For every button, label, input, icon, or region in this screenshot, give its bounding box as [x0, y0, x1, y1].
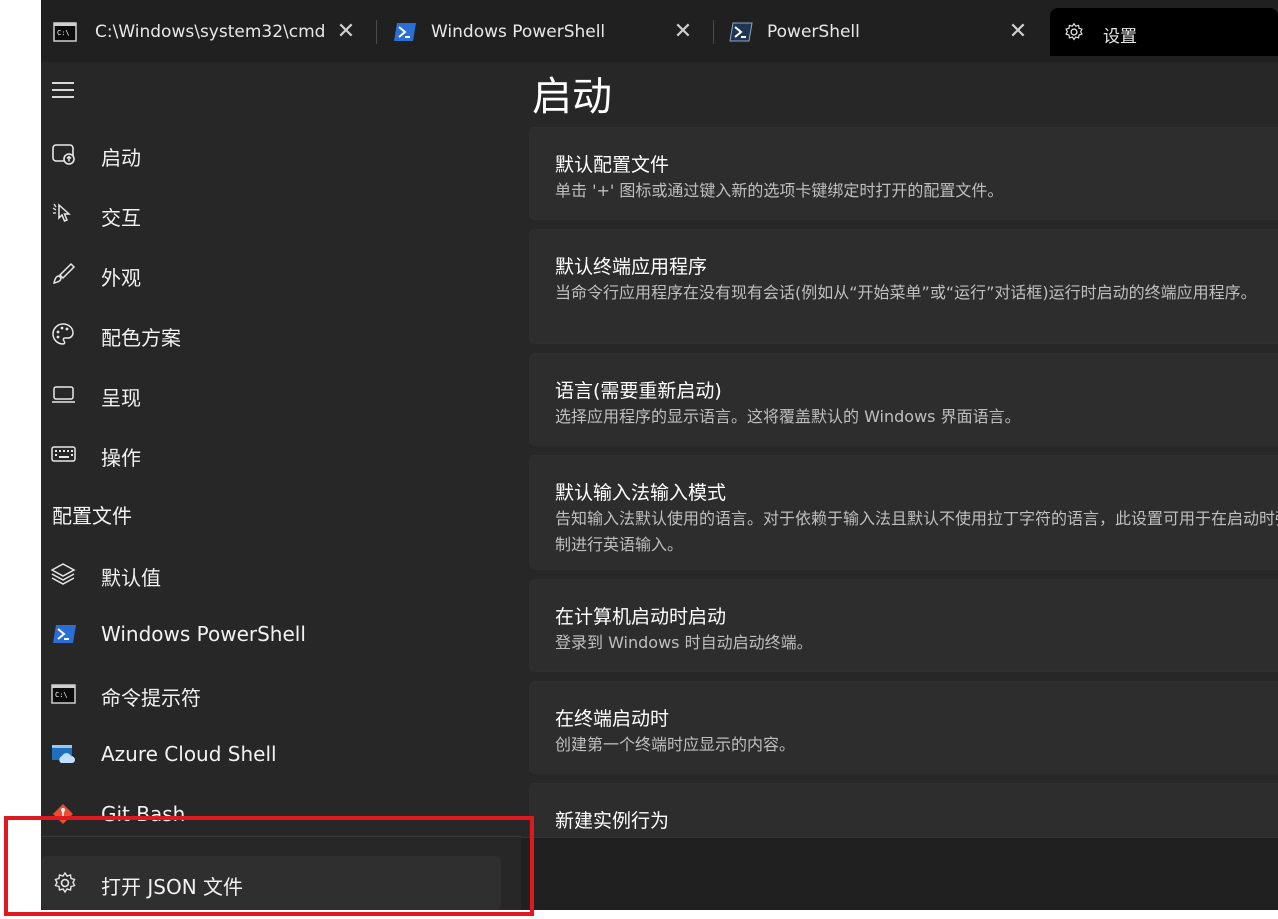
layers-icon: [51, 563, 76, 585]
cursor-icon: [52, 203, 71, 222]
sidebar-item-command-prompt[interactable]: C:\ 命令提示符: [41, 670, 511, 718]
hamburger-menu-icon[interactable]: [52, 82, 76, 102]
sidebar-item-label: 外观: [101, 266, 141, 290]
setting-description: 告知输入法默认使用的语言。对于依赖于输入法且默认不使用拉丁字符的语言，此设置可用…: [555, 509, 1278, 554]
gear-icon: [1065, 22, 1083, 41]
close-icon[interactable]: ✕: [1006, 20, 1030, 44]
setting-title: 新建实例行为: [555, 810, 670, 832]
tab-cmd-label: C:\Windows\system32\cmd: [95, 22, 326, 42]
setting-description: 创建第一个终端时应显示的内容。: [555, 735, 796, 754]
setting-card-ime-mode[interactable]: 默认输入法输入模式 告知输入法默认使用的语言。对于依赖于输入法且默认不使用拉丁字…: [529, 455, 1278, 570]
svg-text:C:\: C:\: [57, 29, 70, 37]
tab-powershell-label: PowerShell: [767, 22, 860, 42]
sidebar-item-label: 配色方案: [101, 326, 181, 350]
tab-windows-powershell-label: Windows PowerShell: [431, 22, 606, 42]
terminal-window: C:\ C:\Windows\system32\cmd ✕ Windows Po…: [41, 0, 1278, 910]
tab-bar: C:\ C:\Windows\system32\cmd ✕ Windows Po…: [41, 0, 1278, 62]
setting-card-default-profile[interactable]: 默认配置文件 单击 '+' 图标或通过键入新的选项卡键绑定时打开的配置文件。: [529, 127, 1278, 220]
tab-separator: [713, 20, 714, 44]
sidebar-item-label: Azure Cloud Shell: [101, 742, 277, 766]
settings-sidebar: 启动 交互 外观 配色方案 呈现 操作 配置文件 默认值 Windows Pow…: [41, 62, 526, 910]
sidebar-item-color-schemes[interactable]: 配色方案: [41, 310, 511, 358]
settings-footer: [521, 837, 1278, 910]
sidebar-item-actions[interactable]: 操作: [41, 430, 511, 478]
setting-description: 登录到 Windows 时自动启动终端。: [555, 633, 813, 652]
page-title: 启动: [532, 74, 612, 120]
tab-settings-label: 设置: [1103, 27, 1137, 47]
sidebar-item-startup[interactable]: 启动: [41, 130, 511, 178]
setting-card-default-terminal[interactable]: 默认终端应用程序 当命令行应用程序在没有现有会话(例如从“开始菜单”或“运行”对…: [529, 229, 1278, 344]
powershell-core-icon: [729, 22, 753, 42]
close-icon[interactable]: ✕: [671, 20, 695, 44]
sidebar-item-interaction[interactable]: 交互: [41, 190, 511, 238]
setting-title: 默认配置文件: [555, 154, 670, 176]
startup-icon: [52, 144, 75, 165]
setting-card-launch-on-startup[interactable]: 在计算机启动时启动 登录到 Windows 时自动启动终端。: [529, 579, 1278, 672]
laptop-icon: [52, 386, 75, 403]
powershell-icon: [394, 23, 416, 41]
brush-icon: [52, 262, 76, 285]
sidebar-item-label: 交互: [101, 206, 141, 230]
keyboard-icon: [51, 446, 76, 462]
sidebar-item-label: 呈现: [101, 386, 141, 410]
sidebar-item-label: Windows PowerShell: [101, 622, 306, 646]
sidebar-item-appearance[interactable]: 外观: [41, 250, 511, 298]
cmd-icon: C:\: [53, 22, 77, 42]
tab-separator: [376, 20, 377, 44]
sidebar-item-label: 默认值: [101, 566, 161, 590]
setting-card-on-terminal-launch[interactable]: 在终端启动时 创建第一个终端时应显示的内容。: [529, 681, 1278, 774]
setting-title: 在计算机启动时启动: [555, 606, 727, 628]
setting-title: 默认输入法输入模式: [555, 482, 727, 504]
azure-icon: [52, 745, 75, 763]
setting-description: 选择应用程序的显示语言。这将覆盖默认的 Windows 界面语言。: [555, 407, 1021, 426]
setting-description: 当命令行应用程序在没有现有会话(例如从“开始菜单”或“运行”对话框)运行时启动的…: [555, 283, 1257, 302]
sidebar-item-label: 操作: [101, 446, 141, 470]
setting-card-language[interactable]: 语言(需要重新启动) 选择应用程序的显示语言。这将覆盖默认的 Windows 界…: [529, 353, 1278, 446]
sidebar-item-label: 启动: [101, 146, 141, 170]
sidebar-item-label: 命令提示符: [101, 686, 201, 710]
sidebar-item-windows-powershell[interactable]: Windows PowerShell: [41, 610, 511, 658]
tab-cmd[interactable]: C:\ C:\Windows\system32\cmd ✕: [41, 8, 371, 56]
setting-title: 在终端启动时: [555, 708, 670, 730]
settings-content: 启动 默认配置文件 单击 '+' 图标或通过键入新的选项卡键绑定时打开的配置文件…: [521, 62, 1278, 910]
sidebar-item-rendering[interactable]: 呈现: [41, 370, 511, 418]
setting-title: 默认终端应用程序: [555, 256, 708, 278]
highlight-annotation: [4, 816, 534, 916]
setting-title: 语言(需要重新启动): [555, 380, 722, 402]
close-icon[interactable]: ✕: [334, 20, 358, 44]
tab-settings[interactable]: 设置: [1050, 8, 1278, 56]
tab-windows-powershell[interactable]: Windows PowerShell ✕: [381, 8, 711, 56]
palette-icon: [52, 323, 74, 345]
profiles-section-header: 配置文件: [52, 504, 132, 528]
svg-text:C:\: C:\: [55, 691, 68, 699]
cmd-icon: C:\: [51, 684, 76, 704]
powershell-icon: [53, 625, 76, 643]
setting-description: 单击 '+' 图标或通过键入新的选项卡键绑定时打开的配置文件。: [555, 181, 1004, 200]
sidebar-item-azure-cloud-shell[interactable]: Azure Cloud Shell: [41, 730, 511, 778]
tab-powershell[interactable]: PowerShell ✕: [717, 8, 1047, 56]
sidebar-item-defaults[interactable]: 默认值: [41, 550, 511, 598]
